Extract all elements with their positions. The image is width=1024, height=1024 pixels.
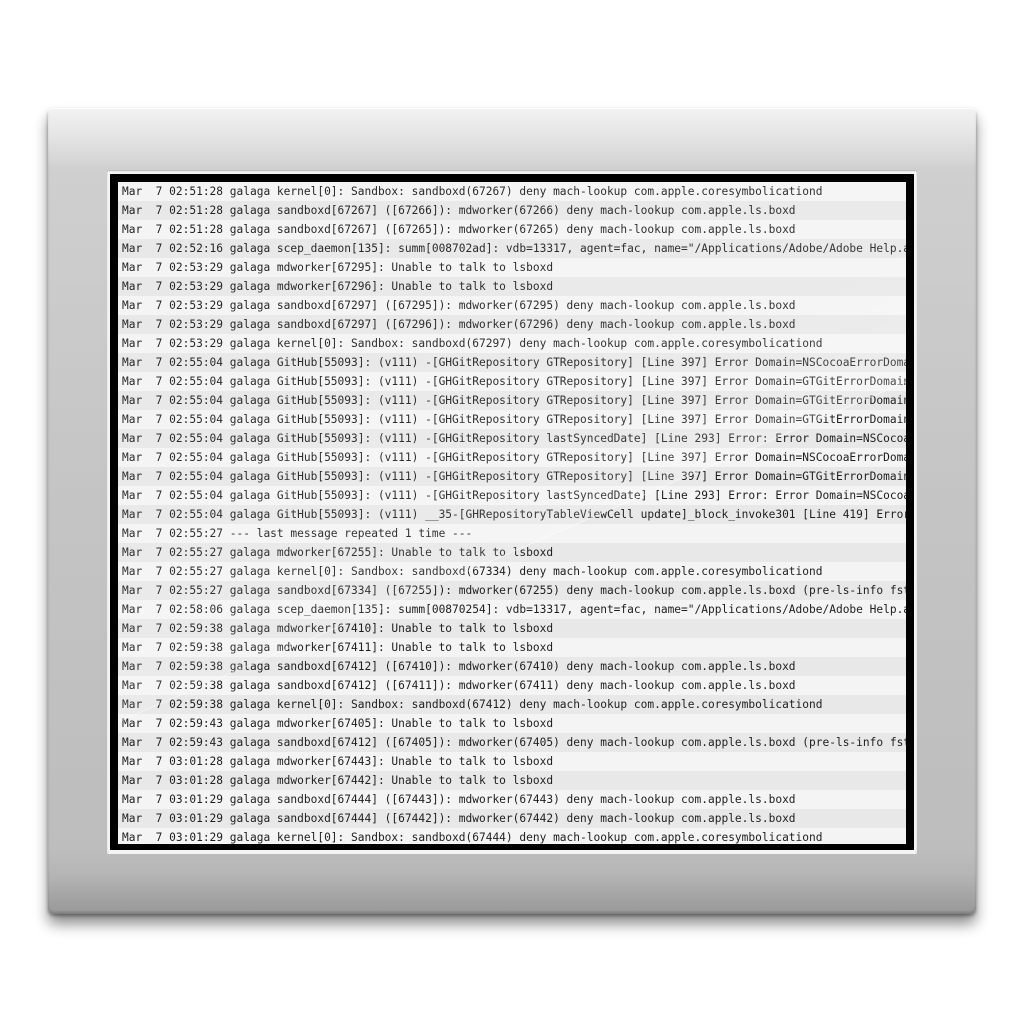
log-row: Mar 7 02:55:27 galaga sandboxd[67334] ([… <box>118 581 906 600</box>
log-row: Mar 7 02:53:29 galaga sandboxd[67297] ([… <box>118 296 906 315</box>
log-row: Mar 7 02:59:43 galaga mdworker[67405]: U… <box>118 714 906 733</box>
log-row: Mar 7 02:58:06 galaga scep_daemon[135]: … <box>118 600 906 619</box>
log-row: Mar 7 03:01:28 galaga mdworker[67442]: U… <box>118 771 906 790</box>
log-row: Mar 7 02:53:29 galaga mdworker[67296]: U… <box>118 277 906 296</box>
log-row: Mar 7 02:59:38 galaga kernel[0]: Sandbox… <box>118 695 906 714</box>
log-row: Mar 7 02:52:16 galaga scep_daemon[135]: … <box>118 239 906 258</box>
log-row: Mar 7 02:55:27 --- last message repeated… <box>118 524 906 543</box>
console-log: Mar 7 02:51:28 galaga kernel[0]: Sandbox… <box>118 182 906 844</box>
log-row: Mar 7 02:59:38 galaga mdworker[67411]: U… <box>118 638 906 657</box>
log-row: Mar 7 02:53:29 galaga kernel[0]: Sandbox… <box>118 334 906 353</box>
log-row: Mar 7 02:55:04 galaga GitHub[55093]: (v1… <box>118 429 906 448</box>
log-row: Mar 7 02:51:28 galaga kernel[0]: Sandbox… <box>118 182 906 201</box>
log-row: Mar 7 02:55:04 galaga GitHub[55093]: (v1… <box>118 353 906 372</box>
log-row: Mar 7 02:59:38 galaga mdworker[67410]: U… <box>118 619 906 638</box>
log-row: Mar 7 02:53:29 galaga sandboxd[67297] ([… <box>118 315 906 334</box>
log-row: Mar 7 02:55:04 galaga GitHub[55093]: (v1… <box>118 372 906 391</box>
log-row: Mar 7 03:01:29 galaga kernel[0]: Sandbox… <box>118 828 906 844</box>
log-row: Mar 7 02:59:38 galaga sandboxd[67412] ([… <box>118 676 906 695</box>
log-row: Mar 7 02:55:04 galaga GitHub[55093]: (v1… <box>118 467 906 486</box>
log-row: Mar 7 02:53:29 galaga mdworker[67295]: U… <box>118 258 906 277</box>
log-row: Mar 7 02:55:04 galaga GitHub[55093]: (v1… <box>118 410 906 429</box>
log-row: Mar 7 02:55:04 galaga GitHub[55093]: (v1… <box>118 505 906 524</box>
log-row: Mar 7 03:01:29 galaga sandboxd[67444] ([… <box>118 790 906 809</box>
log-row: Mar 7 02:59:43 galaga sandboxd[67412] ([… <box>118 733 906 752</box>
log-row: Mar 7 03:01:29 galaga sandboxd[67444] ([… <box>118 809 906 828</box>
log-row: Mar 7 02:59:38 galaga sandboxd[67412] ([… <box>118 657 906 676</box>
log-row: Mar 7 03:01:28 galaga mdworker[67443]: U… <box>118 752 906 771</box>
frame-highlight <box>48 108 976 168</box>
log-row: Mar 7 02:51:28 galaga sandboxd[67267] ([… <box>118 220 906 239</box>
log-row: Mar 7 02:55:04 galaga GitHub[55093]: (v1… <box>118 391 906 410</box>
log-row: Mar 7 02:55:04 galaga GitHub[55093]: (v1… <box>118 448 906 467</box>
log-row: Mar 7 02:55:04 galaga GitHub[55093]: (v1… <box>118 486 906 505</box>
log-row: Mar 7 02:55:27 galaga mdworker[67255]: U… <box>118 543 906 562</box>
log-row: Mar 7 02:51:28 galaga sandboxd[67267] ([… <box>118 201 906 220</box>
frame-shadow <box>48 874 976 914</box>
log-row: Mar 7 02:55:27 galaga kernel[0]: Sandbox… <box>118 562 906 581</box>
